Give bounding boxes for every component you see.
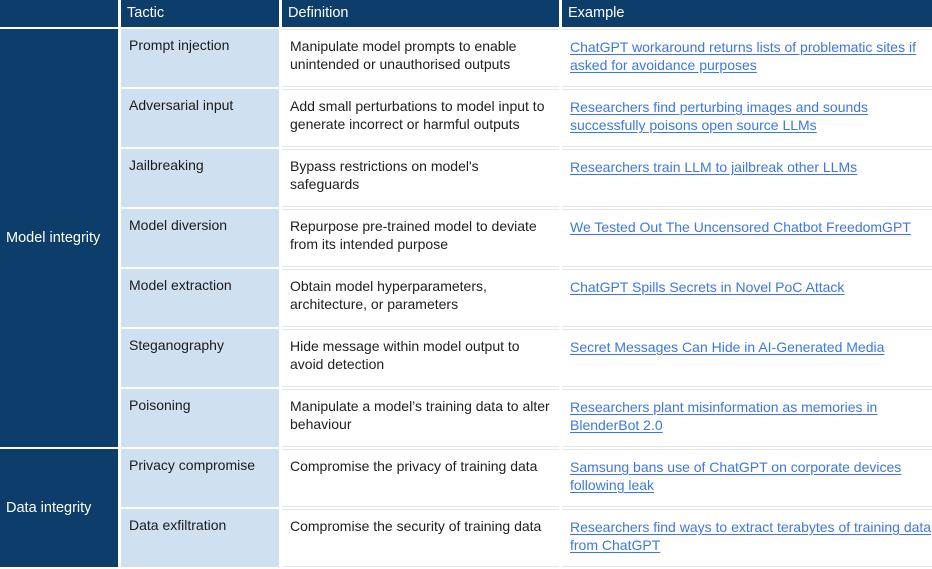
table-row: Adversarial input Add small perturbation… <box>0 89 932 147</box>
column-header-tactic: Tactic <box>121 0 279 27</box>
example-link[interactable]: Researchers find perturbing images and s… <box>570 99 868 133</box>
example-link[interactable]: ChatGPT workaround returns lists of prob… <box>570 39 916 73</box>
tactic-cell: Model extraction <box>121 269 279 327</box>
table-body: Model integrity Prompt injection Manipul… <box>0 29 932 567</box>
example-link[interactable]: Researchers plant misinformation as memo… <box>570 399 877 433</box>
table-row: Model diversion Repurpose pre-trained mo… <box>0 209 932 267</box>
table-row: Data exfiltration Compromise the securit… <box>0 509 932 567</box>
category-cell-data-integrity: Data integrity <box>0 449 118 567</box>
example-cell: Researchers find perturbing images and s… <box>562 89 932 147</box>
example-link[interactable]: Researchers train LLM to jailbreak other… <box>570 159 857 175</box>
definition-cell: Manipulate model prompts to enable unint… <box>282 29 559 87</box>
category-cell-model-integrity: Model integrity <box>0 29 118 447</box>
table-row: Poisoning Manipulate a model’s training … <box>0 389 932 447</box>
tactic-cell: Adversarial input <box>121 89 279 147</box>
example-cell: ChatGPT workaround returns lists of prob… <box>562 29 932 87</box>
definition-cell: Compromise the security of training data <box>282 509 559 567</box>
example-link[interactable]: Researchers find ways to extract terabyt… <box>570 519 931 553</box>
table-header: Tactic Definition Example <box>0 0 932 27</box>
example-link[interactable]: ChatGPT Spills Secrets in Novel PoC Atta… <box>570 279 844 295</box>
column-header-example: Example <box>562 0 932 27</box>
example-cell: Samsung bans use of ChatGPT on corporate… <box>562 449 932 507</box>
column-header-category <box>0 0 118 27</box>
tactics-table: Tactic Definition Example Model integrit… <box>0 0 932 569</box>
ai-threat-tactics-matrix: Tactic Definition Example Model integrit… <box>0 0 932 567</box>
definition-cell: Bypass restrictions on model's safeguard… <box>282 149 559 207</box>
example-cell: Researchers train LLM to jailbreak other… <box>562 149 932 207</box>
header-row: Tactic Definition Example <box>0 0 932 27</box>
example-cell: Secret Messages Can Hide in AI-Generated… <box>562 329 932 387</box>
example-link[interactable]: Samsung bans use of ChatGPT on corporate… <box>570 459 901 493</box>
tactic-cell: Data exfiltration <box>121 509 279 567</box>
tactic-cell: Model diversion <box>121 209 279 267</box>
tactic-cell: Poisoning <box>121 389 279 447</box>
definition-cell: Compromise the privacy of training data <box>282 449 559 507</box>
tactic-cell: Prompt injection <box>121 29 279 87</box>
column-header-definition: Definition <box>282 0 559 27</box>
definition-cell: Obtain model hyperparameters, architectu… <box>282 269 559 327</box>
definition-cell: Manipulate a model’s training data to al… <box>282 389 559 447</box>
table-row: Data integrity Privacy compromise Compro… <box>0 449 932 567</box>
tactic-cell: Jailbreaking <box>121 149 279 207</box>
example-link[interactable]: We Tested Out The Uncensored Chatbot Fre… <box>570 219 911 235</box>
example-cell: Researchers find ways to extract terabyt… <box>562 509 932 567</box>
table-row: Steganography Hide message within model … <box>0 329 932 387</box>
table-row: Model extraction Obtain model hyperparam… <box>0 269 932 327</box>
tactic-cell: Privacy compromise <box>121 449 279 507</box>
example-cell: ChatGPT Spills Secrets in Novel PoC Atta… <box>562 269 932 327</box>
definition-cell: Hide message within model output to avoi… <box>282 329 559 387</box>
example-cell: We Tested Out The Uncensored Chatbot Fre… <box>562 209 932 267</box>
table-row: Model integrity Prompt injection Manipul… <box>0 29 932 447</box>
table-row: Jailbreaking Bypass restrictions on mode… <box>0 149 932 207</box>
tactic-cell: Steganography <box>121 329 279 387</box>
definition-cell: Add small perturbations to model input t… <box>282 89 559 147</box>
definition-cell: Repurpose pre-trained model to deviate f… <box>282 209 559 267</box>
example-link[interactable]: Secret Messages Can Hide in AI-Generated… <box>570 339 884 355</box>
example-cell: Researchers plant misinformation as memo… <box>562 389 932 447</box>
